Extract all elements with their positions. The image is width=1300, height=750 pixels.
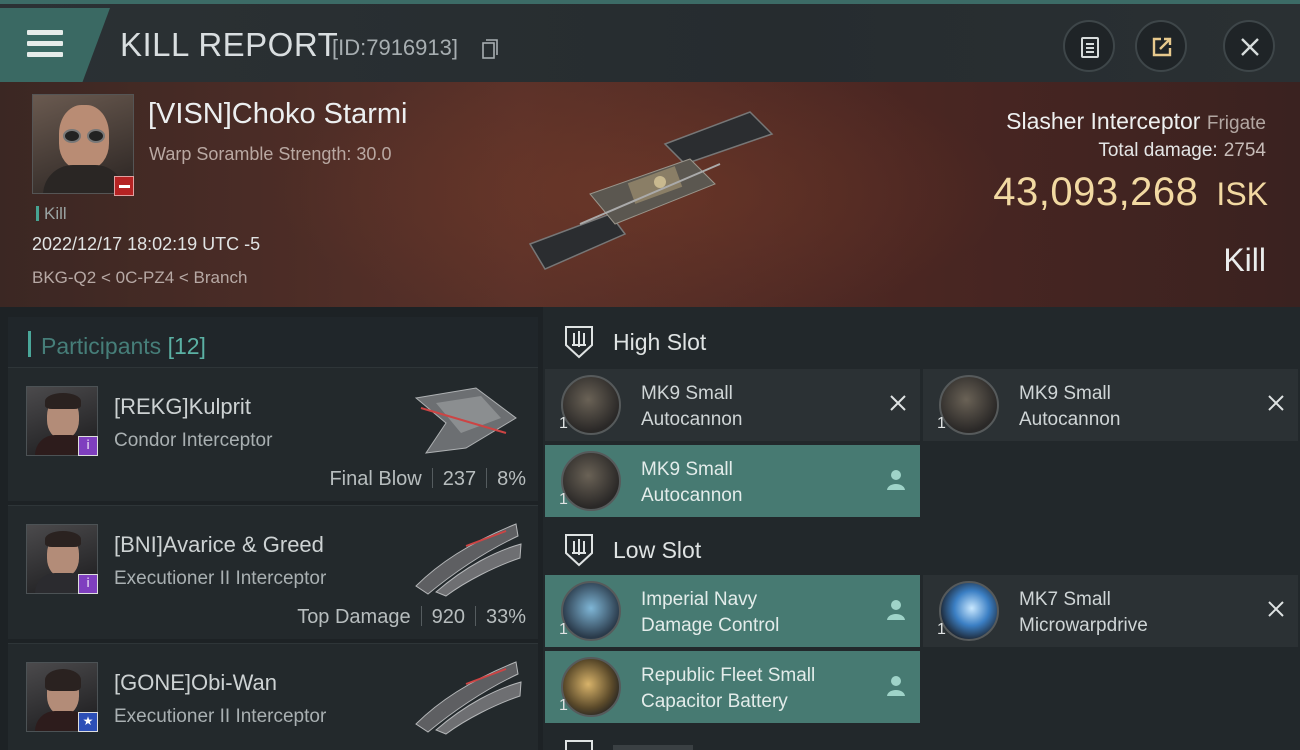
clipboard-icon bbox=[1081, 37, 1099, 58]
person-icon[interactable] bbox=[886, 599, 906, 621]
participant-card[interactable]: i [BNI]Avarice & Greed Executioner II In… bbox=[8, 505, 538, 639]
page-title: KILL REPORT bbox=[120, 26, 339, 63]
module-name: MK7 Small Microwarpdrive bbox=[1019, 589, 1148, 636]
participant-card[interactable]: ★ [GONE]Obi-Wan Executioner II Intercept… bbox=[8, 643, 538, 750]
warp-scramble-strength: Warp Soramble Strength: 30.0 bbox=[149, 144, 392, 164]
remove-icon[interactable] bbox=[1266, 599, 1286, 619]
rank-badge: ★ bbox=[78, 712, 98, 732]
module-slot[interactable]: 1 Imperial Navy Damage Control bbox=[545, 575, 920, 647]
person-icon[interactable] bbox=[886, 469, 906, 491]
clipboard-button[interactable] bbox=[1063, 20, 1115, 72]
participants-count: [12] bbox=[167, 333, 206, 359]
ship-class: Frigate bbox=[1206, 113, 1266, 134]
module-name: MK9 Small Autocannon bbox=[641, 383, 743, 430]
copy-icon[interactable] bbox=[482, 39, 498, 59]
close-icon bbox=[1241, 38, 1259, 56]
participant-stats: Top Damage 920 33% bbox=[297, 606, 526, 628]
module-name: MK9 Small Autocannon bbox=[641, 459, 743, 506]
participant-ship-image bbox=[415, 661, 522, 735]
low-slot-icon bbox=[565, 534, 593, 567]
module-name: Republic Fleet Small Capacitor Battery bbox=[641, 665, 816, 712]
module-name: MK9 Small Autocannon bbox=[1019, 383, 1121, 430]
autocannon-icon bbox=[939, 375, 999, 435]
participant-ship-image bbox=[414, 387, 517, 454]
module-slot[interactable]: 1 MK7 Small Microwarpdrive bbox=[923, 575, 1298, 647]
module-slot[interactable]: 1 Republic Fleet Small Capacitor Battery bbox=[545, 651, 920, 723]
header-bar: KILL REPORT [ID:7916913] bbox=[0, 0, 1300, 82]
high-slot-title: High Slot bbox=[613, 329, 707, 355]
damage-control-icon bbox=[561, 581, 621, 641]
capacitor-battery-icon bbox=[561, 657, 621, 717]
participant-name: [REKG]Kulprit bbox=[114, 394, 251, 419]
participant-stats: Final Blow 237 8% bbox=[329, 468, 526, 490]
hostile-badge bbox=[114, 176, 134, 196]
victim-ship-image[interactable] bbox=[520, 104, 780, 274]
participant-ship: Condor Interceptor bbox=[114, 430, 273, 451]
high-slot-icon bbox=[565, 326, 593, 359]
module-name: Imperial Navy Damage Control bbox=[641, 589, 780, 636]
autocannon-icon bbox=[561, 451, 621, 511]
info-badge: i bbox=[78, 436, 98, 456]
participants-panel: Participants [12] i [REKG]Kulprit Condor… bbox=[0, 307, 543, 750]
high-slot-header: High Slot bbox=[543, 311, 1300, 371]
total-damage: Total damage: 2754 bbox=[1098, 140, 1266, 161]
participant-name: [BNI]Avarice & Greed bbox=[114, 532, 324, 557]
participant-card[interactable]: i [REKG]Kulprit Condor Interceptor Final… bbox=[8, 367, 538, 501]
menu-icon bbox=[27, 30, 63, 58]
remove-icon[interactable] bbox=[1266, 393, 1286, 413]
participant-ship-image bbox=[415, 523, 522, 597]
victim-ship[interactable]: Slasher Interceptor Frigate bbox=[1006, 108, 1266, 135]
victim-name[interactable]: [VISN]Choko Starmi bbox=[148, 98, 407, 131]
participant-name: [GONE]Obi-Wan bbox=[114, 670, 277, 695]
low-slot-header: Low Slot bbox=[543, 519, 1300, 579]
kill-time: 2022/12/17 18:02:19 UTC -5 bbox=[32, 234, 261, 254]
remove-icon[interactable] bbox=[888, 393, 908, 413]
module-slot[interactable]: 1 MK9 Small Autocannon bbox=[545, 369, 920, 441]
autocannon-icon bbox=[561, 375, 621, 435]
person-icon[interactable] bbox=[886, 675, 906, 697]
fitting-panel: High Slot 1 MK9 Small Autocannon 1 MK9 Sm… bbox=[543, 307, 1300, 750]
close-button[interactable] bbox=[1223, 20, 1275, 72]
share-button[interactable] bbox=[1135, 20, 1187, 72]
menu-button[interactable] bbox=[0, 8, 110, 82]
participants-header[interactable]: Participants [12] bbox=[8, 317, 538, 367]
participant-ship: Executioner II Interceptor bbox=[114, 706, 327, 727]
result-label: Kill bbox=[1223, 242, 1266, 278]
kill-tag: Kill bbox=[36, 204, 67, 224]
module-slot[interactable]: 1 MK9 Small Autocannon bbox=[923, 369, 1298, 441]
victim-panel: [VISN]Choko Starmi Warp Soramble Strengt… bbox=[0, 82, 1300, 307]
participant-ship: Executioner II Interceptor bbox=[114, 568, 327, 589]
report-id: [ID:7916913] bbox=[332, 35, 458, 60]
mid-slot-header-peek bbox=[565, 740, 693, 750]
module-slot[interactable]: 1 MK9 Small Autocannon bbox=[545, 445, 920, 517]
info-badge: i bbox=[78, 574, 98, 594]
participants-title: Participants bbox=[41, 333, 162, 359]
kill-location[interactable]: BKG-Q2 < 0C-PZ4 < Branch bbox=[32, 268, 247, 288]
isk-value: 43,093,268 ISK bbox=[993, 170, 1268, 214]
low-slot-title: Low Slot bbox=[613, 537, 702, 563]
microwarpdrive-icon bbox=[939, 581, 999, 641]
share-icon bbox=[1152, 37, 1172, 57]
